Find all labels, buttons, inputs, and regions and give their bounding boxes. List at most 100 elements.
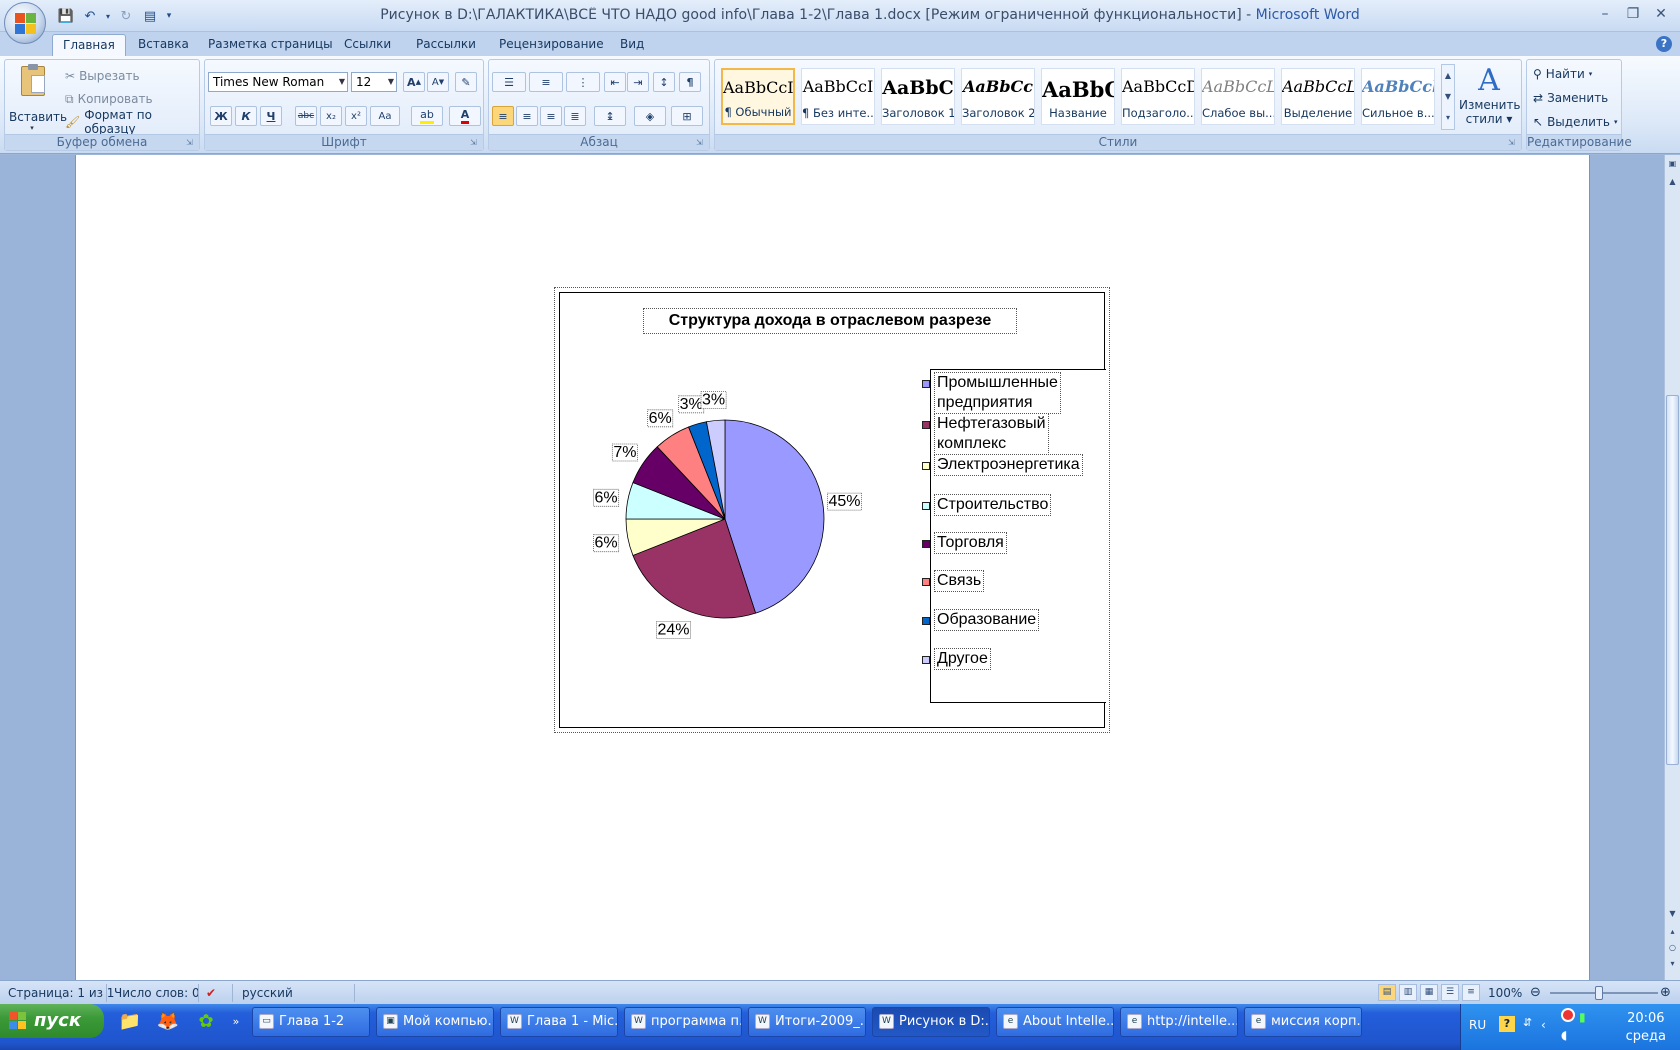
sort-icon[interactable]: ↕ xyxy=(653,72,675,92)
styles-scroll[interactable]: ▲ ▼ ▾ xyxy=(1441,64,1455,130)
proofing-icon[interactable]: ✔ xyxy=(206,985,216,1001)
customize-qat-icon[interactable]: ▾ xyxy=(164,6,174,26)
tray-expand-icon[interactable]: ‹ xyxy=(1541,1018,1546,1032)
next-page-icon[interactable]: ▾ xyxy=(1666,957,1679,971)
quicklaunch-more-icon[interactable]: » xyxy=(230,1009,242,1035)
chart-object[interactable]: 45% 24% 6% 6% 7% 6% 3% 3% Структура дохода в от… xyxy=(554,287,1110,733)
data-label[interactable]: 6% xyxy=(593,488,620,507)
tab-page-layout[interactable]: Разметка страницы xyxy=(198,34,343,56)
taskbar-task[interactable]: ▣ Мой компью... xyxy=(376,1007,494,1037)
style-8[interactable]: AaBbCcL Выделение xyxy=(1281,68,1355,125)
word-count[interactable]: Число слов: 0 xyxy=(114,985,200,1001)
multilevel-list-icon[interactable]: ⋮ xyxy=(566,72,600,92)
browse-object-icon[interactable]: ○ xyxy=(1666,941,1679,955)
help-tray-icon[interactable]: ? xyxy=(1499,1016,1515,1032)
decrease-indent-icon[interactable]: ⇤ xyxy=(604,72,626,92)
font-name-combo[interactable]: Times New Roman ▼ xyxy=(208,72,348,92)
subscript-button[interactable]: x₂ xyxy=(320,106,342,126)
format-painter-button[interactable]: 🖌 Формат по образцу xyxy=(65,108,199,136)
folder-quicklaunch-icon[interactable]: 📁 xyxy=(116,1009,144,1035)
outline-view-icon[interactable]: ☰ xyxy=(1441,984,1459,1001)
language-indicator[interactable]: русский xyxy=(242,985,293,1001)
shrink-font-button[interactable]: A ▼ xyxy=(427,72,449,92)
chart-area[interactable]: 45% 24% 6% 6% 7% 6% 3% 3% Структура дохода в от… xyxy=(559,292,1106,728)
zoom-in-icon[interactable]: ⊕ xyxy=(1660,985,1671,1001)
font-launcher-icon[interactable]: ⇲ xyxy=(470,138,480,148)
zoom-slider-thumb[interactable] xyxy=(1595,986,1603,1000)
change-styles-button[interactable]: A Изменить стили ▾ xyxy=(1459,64,1521,134)
change-case-button[interactable]: Aa xyxy=(370,106,400,126)
style-6[interactable]: AaBbCcD Подзаголо... xyxy=(1121,68,1195,125)
style-1[interactable]: AaBbCcI ¶ Обычный xyxy=(721,68,795,125)
align-left-icon[interactable]: ≡ xyxy=(492,106,514,126)
full-screen-view-icon[interactable]: ▥ xyxy=(1399,984,1417,1001)
clear-formatting-icon[interactable]: ✎ xyxy=(455,72,477,92)
data-label[interactable]: 7% xyxy=(611,443,638,462)
line-spacing-icon[interactable]: ↨ xyxy=(594,106,626,126)
show-marks-icon[interactable]: ¶ xyxy=(679,72,701,92)
font-size-combo[interactable]: 12 ▼ xyxy=(351,72,397,92)
web-layout-view-icon[interactable]: ▦ xyxy=(1420,984,1438,1001)
taskbar-task[interactable]: e About Intelle... xyxy=(996,1007,1114,1037)
bold-button[interactable]: Ж xyxy=(210,106,232,126)
antivirus-icon[interactable] xyxy=(1561,1008,1575,1022)
align-center-icon[interactable]: ≡ xyxy=(516,106,538,126)
tray-arrows-icon[interactable]: ⇵ xyxy=(1523,1016,1532,1029)
minimize-icon[interactable]: – xyxy=(1592,3,1618,25)
scroll-down-icon[interactable]: ▼ xyxy=(1666,907,1679,921)
tab-insert[interactable]: Вставка xyxy=(128,34,199,56)
style-3[interactable]: AaBbC Заголовок 1 xyxy=(881,68,955,125)
paste-button[interactable]: Вставить ▾ xyxy=(9,64,67,132)
superscript-button[interactable]: x² xyxy=(345,106,367,126)
speaker-icon[interactable]: ◖ xyxy=(1561,1028,1567,1042)
vertical-scrollbar[interactable]: ▣ ▲ ▼ ▴ ○ ▾ xyxy=(1664,155,1680,980)
find-button[interactable]: ⚲ Найти ▾ xyxy=(1533,64,1592,84)
font-color-icon[interactable]: A xyxy=(449,106,481,126)
justify-icon[interactable]: ≣ xyxy=(564,106,586,126)
data-label[interactable]: 3% xyxy=(678,395,705,414)
print-preview-icon[interactable]: ▤ xyxy=(140,6,160,26)
data-label[interactable]: 24% xyxy=(656,621,691,639)
numbering-icon[interactable]: ≡ xyxy=(529,72,563,92)
zoom-out-icon[interactable]: ⊖ xyxy=(1530,985,1541,1001)
office-button[interactable] xyxy=(4,2,46,44)
taskbar-task[interactable]: W Итоги-2009_... xyxy=(748,1007,866,1037)
bullets-icon[interactable]: ☰ xyxy=(492,72,526,92)
style-7[interactable]: AaBbCcL Слабое вы... xyxy=(1201,68,1275,125)
zoom-level[interactable]: 100% xyxy=(1488,985,1522,1001)
grow-font-button[interactable]: A ▲ xyxy=(403,72,425,92)
redo-icon[interactable]: ↻ xyxy=(116,6,136,26)
clock[interactable]: 20:06 среда xyxy=(1626,1010,1666,1046)
keyboard-language[interactable]: RU xyxy=(1469,1018,1486,1032)
prev-page-icon[interactable]: ▴ xyxy=(1666,925,1679,939)
strikethrough-button[interactable]: abc xyxy=(295,106,317,126)
clipboard-launcher-icon[interactable]: ⇲ xyxy=(186,138,196,148)
undo-dropdown-icon[interactable]: ▾ xyxy=(104,6,112,26)
underline-button[interactable]: Ч xyxy=(260,106,282,126)
draft-view-icon[interactable]: ≡ xyxy=(1462,984,1480,1001)
data-label[interactable]: 6% xyxy=(593,534,620,553)
undo-icon[interactable]: ↶ xyxy=(80,6,100,26)
print-layout-view-icon[interactable]: ▤ xyxy=(1378,984,1396,1001)
replace-button[interactable]: ⇄ Заменить xyxy=(1533,88,1608,108)
style-2[interactable]: AaBbCcI ¶ Без инте... xyxy=(801,68,875,125)
borders-icon[interactable]: ⊞ xyxy=(671,106,703,126)
scrollbar-thumb[interactable] xyxy=(1666,395,1679,765)
style-9[interactable]: AaBbCcl Сильное в... xyxy=(1361,68,1435,125)
chart-title[interactable]: Структура дохода в отраслевом разрезе xyxy=(643,308,1017,334)
icq-icon[interactable]: ✿ xyxy=(192,1009,220,1035)
highlight-icon[interactable]: ab xyxy=(411,106,443,126)
increase-indent-icon[interactable]: ⇥ xyxy=(627,72,649,92)
styles-launcher-icon[interactable]: ⇲ xyxy=(1508,138,1518,148)
taskbar-task[interactable]: W Рисунок в D:... xyxy=(872,1007,990,1037)
paragraph-launcher-icon[interactable]: ⇲ xyxy=(696,138,706,148)
ruler-toggle-icon[interactable]: ▣ xyxy=(1666,157,1679,171)
firefox-icon[interactable]: 🦊 xyxy=(154,1009,182,1035)
scroll-up-icon[interactable]: ▲ xyxy=(1666,175,1679,189)
cut-button[interactable]: ✂ Вырезать xyxy=(65,66,140,86)
restore-icon[interactable]: ❐ xyxy=(1620,3,1646,25)
zoom-slider[interactable] xyxy=(1550,992,1658,994)
taskbar-task[interactable]: e http://intelle... xyxy=(1120,1007,1238,1037)
tab-home[interactable]: Главная xyxy=(52,34,126,56)
data-label[interactable]: 6% xyxy=(647,409,674,428)
